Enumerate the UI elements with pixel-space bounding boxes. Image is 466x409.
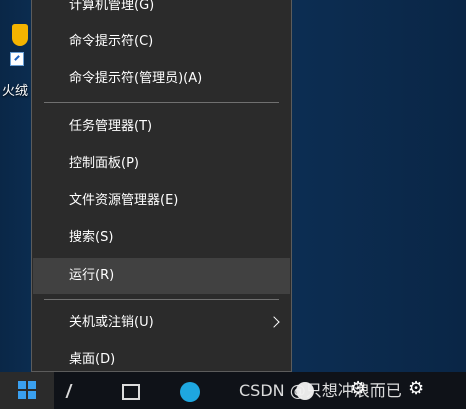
winx-context-menu: 计算机管理(G) 命令提示符(C) 命令提示符(管理员)(A) 任务管理器(T)… [31, 0, 292, 372]
chevron-right-icon [268, 316, 280, 328]
menu-item-task-manager[interactable]: 任务管理器(T) [33, 109, 290, 145]
gear-icon[interactable]: ⚙ [408, 378, 428, 399]
shield-icon [12, 24, 28, 46]
menu-item-command-prompt-admin[interactable]: 命令提示符(管理员)(A) [33, 61, 290, 97]
windows-logo-icon [18, 381, 36, 399]
menu-item-file-explorer[interactable]: 文件资源管理器(E) [33, 183, 290, 219]
menu-item-search[interactable]: 搜索(S) [33, 220, 290, 256]
start-button[interactable] [0, 372, 54, 409]
menu-separator [44, 102, 279, 103]
menu-item-command-prompt[interactable]: 命令提示符(C) [33, 24, 290, 60]
huorong-desktop-shortcut[interactable]: 火绒 [0, 18, 34, 99]
shortcut-arrow-icon [10, 52, 24, 66]
menu-item-shutdown-label: 关机或注销(U) [69, 315, 154, 330]
desktop-icon-label: 火绒 [2, 84, 29, 99]
menu-item-computer-management[interactable]: 计算机管理(G) [33, 0, 290, 24]
search-icon[interactable] [65, 384, 75, 398]
browser-icon[interactable] [180, 382, 200, 402]
menu-item-control-panel[interactable]: 控制面板(P) [33, 146, 290, 182]
watermark-text: CSDN @只想冲浪而已 [239, 381, 402, 400]
menu-item-shutdown-signout[interactable]: 关机或注销(U) [33, 305, 290, 341]
menu-separator [44, 299, 279, 300]
menu-item-run[interactable]: 运行(R) [33, 258, 290, 294]
task-view-icon[interactable] [122, 384, 140, 400]
